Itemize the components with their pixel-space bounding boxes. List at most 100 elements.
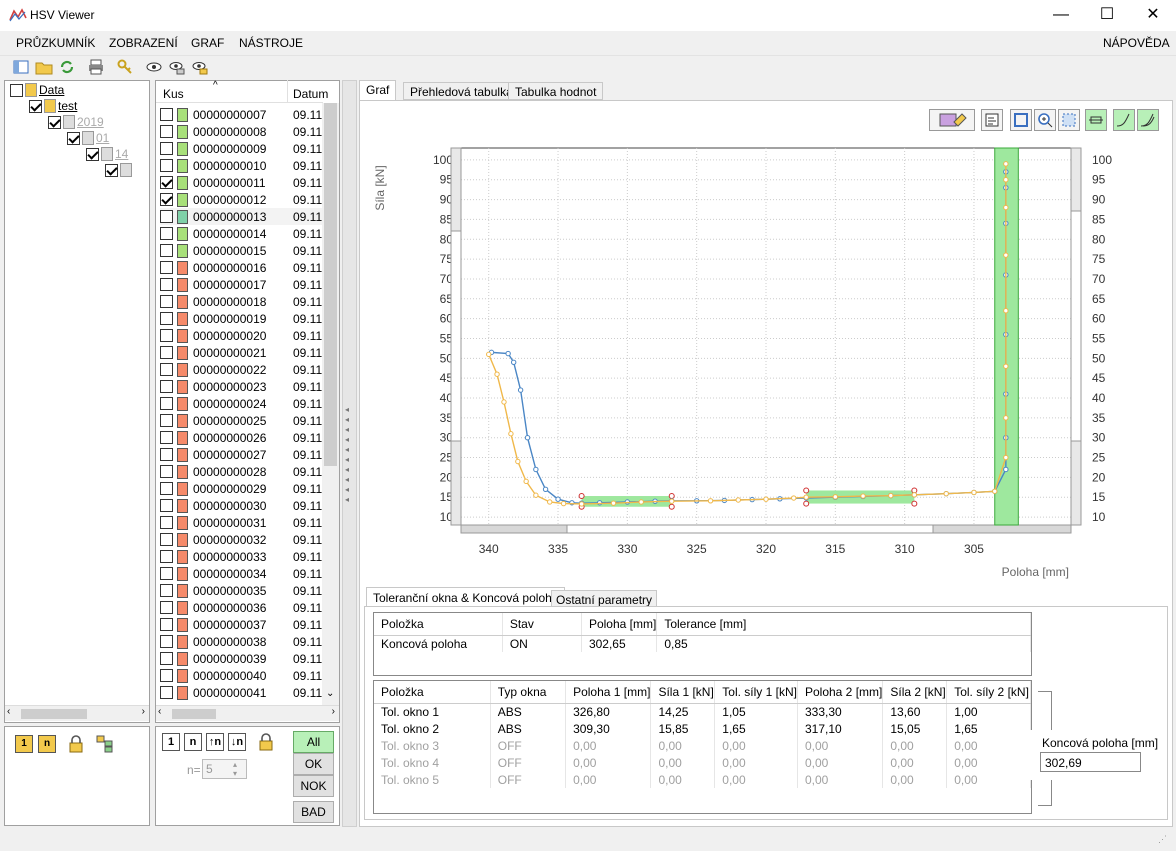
item-checkbox[interactable] <box>160 533 173 546</box>
item-checkbox[interactable] <box>160 261 173 274</box>
item-checkbox[interactable] <box>160 669 173 682</box>
lock-icon[interactable] <box>67 735 85 753</box>
list-item[interactable]: 00000000035 09.11 <box>160 582 325 599</box>
item-checkbox[interactable] <box>160 499 173 512</box>
item-checkbox[interactable] <box>160 380 173 393</box>
resize-grip-icon[interactable]: ⋰ <box>1158 834 1167 845</box>
tree-expand-icon[interactable] <box>96 735 114 753</box>
tree-checkbox[interactable] <box>86 147 99 161</box>
zoom-fit-icon[interactable] <box>1010 109 1032 131</box>
list-item[interactable]: 00000000008 09.11 <box>160 123 325 140</box>
list-item[interactable]: 00000000034 09.11 <box>160 565 325 582</box>
tree-label[interactable]: test <box>58 99 77 113</box>
scroll-left-icon[interactable]: ‹ <box>7 706 10 717</box>
tree-label[interactable]: 2019 <box>77 115 104 129</box>
item-checkbox[interactable] <box>160 431 173 444</box>
table-row[interactable]: Tol. okno 3 OFF 0,00 0,00 0,00 0,00 0,00 0,00 <box>374 737 1031 754</box>
item-checkbox[interactable] <box>160 125 173 138</box>
tree-node[interactable]: 2019 <box>48 114 104 130</box>
list-item[interactable]: 00000000037 09.11 <box>160 616 325 633</box>
tree-node[interactable] <box>105 162 134 178</box>
list-item[interactable]: 00000000029 09.11 <box>160 480 325 497</box>
item-checkbox[interactable] <box>160 516 173 529</box>
filter-bad-button[interactable]: BAD <box>293 801 334 823</box>
list-item[interactable]: 00000000024 09.11 <box>160 395 325 412</box>
table-row[interactable]: Tol. okno 5 OFF 0,00 0,00 0,00 0,00 0,00 0,00 <box>374 771 1031 788</box>
tree-checkbox[interactable] <box>29 99 42 113</box>
item-checkbox[interactable] <box>160 329 173 342</box>
item-checkbox[interactable] <box>160 567 173 580</box>
list-item[interactable]: 00000000040 09.11 <box>160 667 325 684</box>
filter-ok-button[interactable]: OK <box>293 753 334 775</box>
maximize-button[interactable]: ☐ <box>1084 0 1130 31</box>
tree-hscrollbar[interactable]: ‹ › <box>5 705 149 721</box>
item-checkbox[interactable] <box>160 159 173 172</box>
list-item[interactable]: 00000000036 09.11 <box>160 599 325 616</box>
filter-n-up-icon[interactable]: ↑n <box>206 733 224 751</box>
list-item[interactable]: 00000000041 09.11 <box>160 684 325 701</box>
item-checkbox[interactable] <box>160 652 173 665</box>
menu-napoveda[interactable]: NÁPOVĚDA <box>1103 36 1170 50</box>
list-item[interactable]: 00000000020 09.11 <box>160 327 325 344</box>
filter-n-icon[interactable]: n <box>184 733 202 751</box>
list-scroll-right-icon[interactable]: › <box>332 706 335 717</box>
menu-pruzkumnik[interactable]: PRŮZKUMNÍK <box>16 36 95 50</box>
item-checkbox[interactable] <box>160 686 173 699</box>
tree-node[interactable]: 14 <box>86 146 128 162</box>
item-checkbox[interactable] <box>160 193 173 206</box>
select-n-icon[interactable]: n <box>38 735 56 753</box>
view-chart-eye-icon[interactable] <box>191 58 209 76</box>
item-checkbox[interactable] <box>160 278 173 291</box>
menu-zobrazeni[interactable]: ZOBRAZENÍ <box>109 36 178 50</box>
table-row[interactable]: Tol. okno 4 OFF 0,00 0,00 0,00 0,00 0,00 0,00 <box>374 754 1031 771</box>
list-hscroll-thumb[interactable] <box>172 709 216 719</box>
n-input[interactable]: 5 <box>202 759 247 779</box>
tab-graf[interactable]: Graf <box>359 80 397 100</box>
tree-node[interactable]: test <box>29 98 77 114</box>
panel-layout-icon[interactable] <box>12 58 30 76</box>
open-folder-icon[interactable] <box>35 58 53 76</box>
zoom-in-icon[interactable] <box>1034 109 1056 131</box>
item-checkbox[interactable] <box>160 108 173 121</box>
minimize-button[interactable]: — <box>1038 0 1084 31</box>
item-checkbox[interactable] <box>160 414 173 427</box>
item-checkbox[interactable] <box>160 550 173 563</box>
tree-scroll-thumb[interactable] <box>21 709 87 719</box>
item-checkbox[interactable] <box>160 601 173 614</box>
list-item[interactable]: 00000000015 09.11 <box>160 242 325 259</box>
scroll-right-icon[interactable]: › <box>142 706 145 717</box>
item-checkbox[interactable] <box>160 210 173 223</box>
list-item[interactable]: 00000000030 09.11 <box>160 497 325 514</box>
refresh-icon[interactable] <box>58 58 76 76</box>
list-item[interactable]: 00000000025 09.11 <box>160 412 325 429</box>
curve-two-icon[interactable] <box>1137 109 1159 131</box>
list-scroll-thumb[interactable] <box>324 103 337 466</box>
list-item[interactable]: 00000000019 09.11 <box>160 310 325 327</box>
filter-all-button[interactable]: All <box>293 731 334 753</box>
list-item[interactable]: 00000000031 09.11 <box>160 514 325 531</box>
list-item[interactable]: 00000000022 09.11 <box>160 361 325 378</box>
list-item[interactable]: 00000000039 09.11 <box>160 650 325 667</box>
list-item[interactable]: 00000000023 09.11 <box>160 378 325 395</box>
view-list-eye-icon[interactable] <box>168 58 186 76</box>
item-checkbox[interactable] <box>160 295 173 308</box>
tree-label[interactable]: 01 <box>96 131 109 145</box>
item-checkbox[interactable] <box>160 227 173 240</box>
key-icon[interactable] <box>116 58 134 76</box>
tree-label[interactable]: 14 <box>115 147 128 161</box>
item-checkbox[interactable] <box>160 482 173 495</box>
scroll-down-icon[interactable]: ⌄ <box>326 688 334 699</box>
print-icon[interactable] <box>87 58 105 76</box>
filter-one-icon[interactable]: 1 <box>162 733 180 751</box>
table-row[interactable]: Koncová poloha ON 302,65 0,85 <box>374 635 1031 652</box>
tree-node[interactable]: Data <box>10 82 64 98</box>
tab-prehledova-tabulka[interactable]: Přehledová tabulka <box>403 82 520 100</box>
item-checkbox[interactable] <box>160 584 173 597</box>
item-checkbox[interactable] <box>160 448 173 461</box>
list-item[interactable]: 00000000012 09.11 <box>160 191 325 208</box>
item-checkbox[interactable] <box>160 312 173 325</box>
curve-one-icon[interactable] <box>1113 109 1135 131</box>
list-item[interactable]: 00000000007 09.11 <box>160 106 325 123</box>
list-vscrollbar[interactable]: ⌄ <box>322 103 339 705</box>
close-button[interactable]: ✕ <box>1130 0 1176 31</box>
